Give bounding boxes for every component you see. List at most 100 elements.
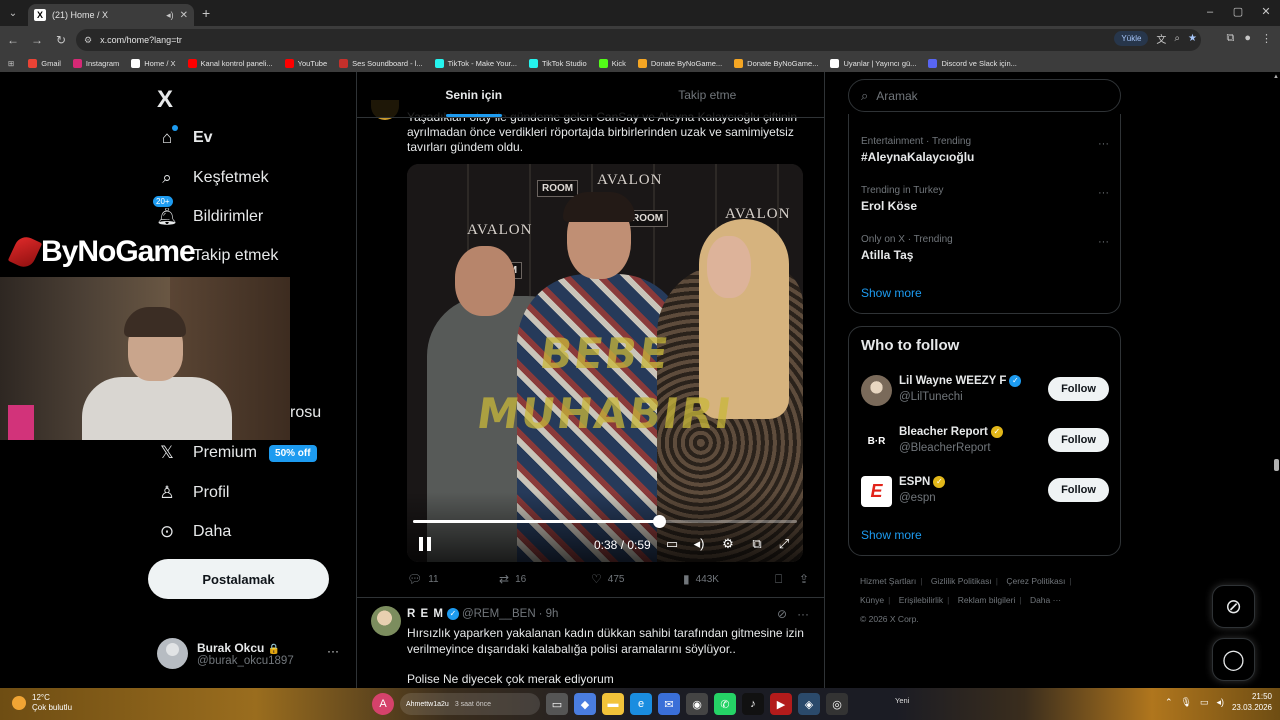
sidebar-item-explore[interactable]: ⌕ Keşfetmek [157, 168, 268, 188]
captions-icon[interactable]: ▭ [664, 536, 680, 552]
tiktok-icon[interactable]: ♪ [742, 693, 764, 715]
like-button[interactable]: ♡ 475 [591, 572, 624, 586]
copilot-icon[interactable]: ◆ [574, 693, 596, 715]
follow-suggestion[interactable]: B·R Bleacher Report ✓ @BleacherReport Fol… [861, 424, 1111, 460]
translate-icon[interactable]: 文 [1156, 31, 1166, 46]
file-explorer-icon[interactable]: ▬ [602, 693, 624, 715]
tweet-author-handle[interactable]: @REM__BEN [462, 608, 536, 620]
volume-icon[interactable]: ◂) [691, 536, 707, 552]
messages-button[interactable]: ◯ [1212, 638, 1255, 681]
repost-button[interactable]: ⇄ 16 [499, 572, 526, 586]
tweet-time[interactable]: · 9h [539, 608, 559, 620]
settings-icon[interactable]: ⚙ [720, 536, 736, 552]
reload-icon[interactable]: ↻ [50, 33, 72, 47]
app-icon[interactable]: ◈ [798, 693, 820, 715]
show-more-link[interactable]: Show more [861, 528, 922, 542]
extensions-icon[interactable]: ⧉ [1226, 32, 1234, 45]
browser-tab[interactable]: X (21) Home / X ◂) ✕ [28, 4, 194, 26]
sidebar-item-premium[interactable]: 𝕏 Premium 50% off [157, 443, 317, 463]
footer-link[interactable]: Reklam bilgileri [958, 595, 1016, 605]
bookmark-item[interactable]: Ses Soundboard - l... [339, 58, 423, 68]
reply-button[interactable]: 💬︎ 11 [407, 572, 439, 586]
mail-icon[interactable]: ✉ [658, 693, 680, 715]
follow-suggestion[interactable]: Lil Wayne WEEZY F ✓ @LilTunechi Follow [861, 373, 1111, 409]
sidebar-item-partial[interactable]: rosu [290, 404, 321, 422]
follow-button[interactable]: Follow [1048, 377, 1109, 401]
bookmark-item[interactable]: Kick [598, 58, 626, 68]
back-icon[interactable]: ← [2, 33, 24, 47]
browser-menu-icon[interactable]: ⋮ [1261, 32, 1272, 45]
weather-widget[interactable]: 12°C Çok bulutlu [12, 693, 72, 713]
clock[interactable]: 21:50 23.03.2026 [1232, 691, 1272, 713]
more-icon[interactable]: ··· [1098, 187, 1109, 199]
app-icon[interactable]: ▶ [770, 693, 792, 715]
speaker-icon[interactable]: ◂) [166, 10, 174, 21]
fullscreen-icon[interactable]: ⤢ [776, 536, 792, 552]
maximize-icon[interactable]: ▢ [1224, 0, 1252, 26]
grok-button[interactable]: ⊘ [1212, 585, 1255, 628]
bookmark-item[interactable]: Kanal kontrol paneli... [187, 58, 273, 68]
bookmark-item[interactable]: TikTok Studio [528, 58, 587, 68]
sidebar-item-home[interactable]: ⌂ Ev [157, 125, 213, 148]
notification-avatar-icon[interactable]: A [372, 693, 394, 715]
bookmark-button[interactable]: ⎕ [775, 572, 788, 587]
footer-link[interactable]: Erişilebilirlik [899, 595, 943, 605]
footer-link[interactable]: Hizmet Şartları [860, 576, 916, 586]
tab-for-you[interactable]: Senin için [357, 72, 591, 117]
video-progress-bar[interactable] [413, 515, 797, 528]
search-input[interactable]: ⌕ Aramak [848, 79, 1121, 112]
whatsapp-icon[interactable]: ✆ [714, 693, 736, 715]
trend-item[interactable]: Trending in Turkey Erol Köse ··· [861, 185, 1111, 213]
mic-icon[interactable]: 🎙︎ [1180, 697, 1191, 708]
sidebar-item-profile[interactable]: ♙ Profil [157, 483, 229, 503]
scroll-up-icon[interactable]: ▲ [1273, 74, 1279, 80]
grok-icon[interactable]: ⊘ [777, 607, 787, 621]
tweet-author-name[interactable]: R E M [407, 608, 444, 620]
edge-icon[interactable]: e [630, 693, 652, 715]
address-bar[interactable]: ⚙ x.com/home?lang=tr Yükle 文 ⌕ ★ [76, 29, 1201, 51]
tray-expand-icon[interactable]: ⌃ [1165, 697, 1173, 708]
bookmark-item[interactable]: Donate ByNoGame... [637, 58, 722, 68]
video-player[interactable]: AVALON AVALON AVALON ROOM ROOM ROOM BEBE… [407, 164, 803, 562]
footer-link[interactable]: Künye [860, 595, 884, 605]
upload-button[interactable]: Yükle [1114, 31, 1149, 46]
avatar[interactable]: B·R [861, 426, 892, 457]
more-icon[interactable]: ··· [797, 607, 809, 621]
site-info-icon[interactable]: ⚙ [84, 35, 92, 46]
show-more-link[interactable]: Show more [861, 286, 922, 300]
bookmark-item[interactable]: Gmail [28, 58, 61, 68]
share-button[interactable]: ⇪ [799, 572, 815, 586]
footer-link[interactable]: Daha ··· [1030, 595, 1061, 605]
tweet-avatar[interactable] [371, 606, 401, 636]
close-tab-icon[interactable]: ✕ [180, 10, 188, 21]
follow-button[interactable]: Follow [1048, 428, 1109, 452]
footer-link[interactable]: Çerez Politikası [1006, 576, 1065, 586]
close-window-icon[interactable]: ✕ [1252, 0, 1280, 26]
pip-icon[interactable]: ⧉ [749, 536, 765, 552]
follow-button[interactable]: Follow [1048, 478, 1109, 502]
more-icon[interactable]: ··· [327, 644, 339, 658]
chrome-icon[interactable]: ◉ [686, 693, 708, 715]
task-view-icon[interactable]: ▭ [546, 693, 568, 715]
apps-icon[interactable]: ⊞ [8, 59, 14, 68]
sidebar-item-more[interactable]: ⊙ Daha [157, 522, 231, 542]
bookmark-item[interactable]: Home / X [131, 58, 176, 68]
bookmark-item[interactable]: Instagram [72, 58, 119, 68]
post-button[interactable]: Postalamak [148, 559, 329, 599]
new-tab-icon[interactable]: + [202, 5, 210, 21]
profile-icon[interactable]: ● [1244, 32, 1251, 45]
avatar[interactable] [861, 375, 892, 406]
video-scrubber-handle[interactable] [652, 515, 666, 528]
network-icon[interactable]: ▭ [1200, 697, 1209, 708]
bookmark-item[interactable]: Discord ve Slack için... [928, 58, 1017, 68]
footer-link[interactable]: Gizlilik Politikası [931, 576, 992, 586]
app-icon[interactable]: ◎ [826, 693, 848, 715]
tab-following[interactable]: Takip etme [591, 72, 825, 117]
bookmark-star-icon[interactable]: ★ [1188, 33, 1197, 44]
more-icon[interactable]: ··· [1098, 138, 1109, 150]
minimize-icon[interactable]: – [1196, 0, 1224, 26]
sidebar-item-notifications[interactable]: 🔔︎ 20+ Bildirimler [152, 195, 263, 227]
x-logo[interactable]: X [157, 86, 173, 114]
pause-icon[interactable] [419, 537, 431, 551]
trend-item[interactable]: Only on X · Trending Atilla Taş ··· [861, 234, 1111, 262]
